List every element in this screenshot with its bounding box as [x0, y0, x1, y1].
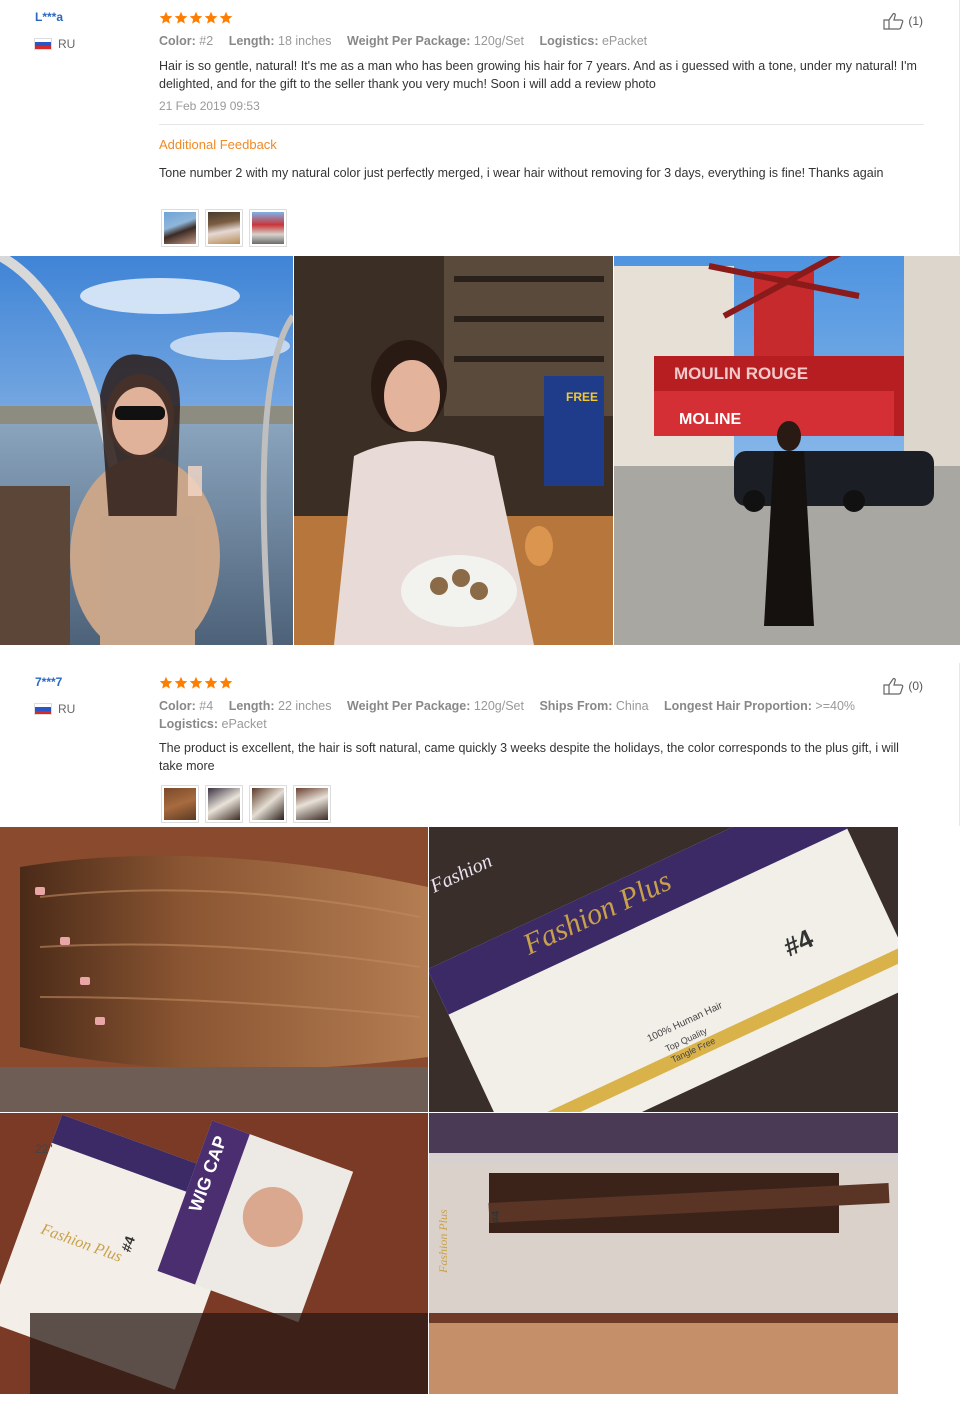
thumbs-up-icon	[883, 13, 904, 30]
thumbnail[interactable]	[293, 785, 331, 823]
thumbnail[interactable]	[249, 785, 287, 823]
star-icon	[219, 11, 233, 24]
photo-clip-hair[interactable]	[0, 827, 428, 1112]
country-code: RU	[58, 37, 76, 51]
photo-boat-river[interactable]	[0, 256, 293, 645]
package-brand-text-3: Fashion Plus	[436, 1209, 450, 1274]
reviewer-name[interactable]: L***a	[35, 10, 63, 24]
star-icon	[159, 11, 173, 24]
thumbnail[interactable]	[205, 209, 243, 247]
russia-flag-icon	[34, 703, 52, 715]
russia-flag-icon	[34, 38, 52, 50]
additional-feedback-text: Tone number 2 with my natural color just…	[159, 166, 884, 180]
photo-thumbnails	[161, 785, 331, 823]
review-date: 21 Feb 2019 09:53	[159, 99, 260, 113]
package-length-text: 22"	[35, 1142, 53, 1156]
thumbnail[interactable]	[205, 785, 243, 823]
helpful-button[interactable]: (1)	[882, 12, 923, 30]
photo-package-front[interactable]: Fashion Plus #4 100% Human Hair Top Qual…	[429, 827, 898, 1112]
separator	[159, 124, 924, 125]
star-icon	[174, 676, 188, 689]
review-text: The product is excellent, the hair is so…	[159, 741, 899, 773]
photo-package-wigcap[interactable]: Fashion Plus #4 WIG CAP 22"	[0, 1113, 428, 1394]
review-card: 7***7 RU (0) Color: #4 Length: 22 inches…	[0, 663, 960, 826]
thumbs-up-icon	[883, 678, 904, 695]
helpful-count: (1)	[908, 14, 923, 28]
star-icon	[189, 676, 203, 689]
review-card: L***a RU (1) Color: #2 Length: 18 inches…	[0, 0, 960, 255]
review-attributes: Color: #2 Length: 18 inches Weight Per P…	[159, 32, 924, 50]
photo-moulin-rouge[interactable]: MOULIN ROUGE MOLINE	[614, 256, 960, 645]
thumbnail[interactable]	[161, 209, 199, 247]
attr-ships-from: Ships From: China	[539, 699, 649, 713]
attr-color: Color: #2	[159, 34, 214, 48]
review-text: Hair is so gentle, natural! It's me as a…	[159, 59, 917, 91]
helpful-button[interactable]: (0)	[882, 677, 923, 695]
star-rating	[159, 11, 233, 25]
attr-logistics: Logistics: ePacket	[539, 34, 648, 48]
attr-length: Length: 22 inches	[228, 699, 332, 713]
star-icon	[174, 11, 188, 24]
photo-cafe-escargot[interactable]: FREE	[294, 256, 613, 645]
package-number-text-3: #4	[490, 1210, 502, 1223]
review-attributes: Color: #4 Length: 22 inches Weight Per P…	[159, 697, 924, 733]
star-icon	[159, 676, 173, 689]
attr-longest-hair: Longest Hair Proportion: >=40%	[664, 699, 856, 713]
attr-color: Color: #4	[159, 699, 214, 713]
attr-length: Length: 18 inches	[228, 34, 332, 48]
star-icon	[219, 676, 233, 689]
photo-package-side[interactable]: Fashion Plus #4	[429, 1113, 898, 1394]
star-rating	[159, 676, 233, 690]
star-icon	[204, 676, 218, 689]
moulin-rouge-sign: MOULIN ROUGE	[674, 364, 808, 383]
reviewer-country: RU	[34, 37, 75, 51]
reviewer-name[interactable]: 7***7	[35, 675, 62, 689]
thumbnail[interactable]	[161, 785, 199, 823]
thumbnail[interactable]	[249, 209, 287, 247]
attr-logistics: Logistics: ePacket	[159, 717, 267, 731]
reviewer-country: RU	[34, 702, 75, 716]
attr-weight: Weight Per Package: 120g/Set	[347, 699, 524, 713]
helpful-count: (0)	[908, 679, 923, 693]
photo-thumbnails	[161, 209, 287, 247]
star-icon	[189, 11, 203, 24]
free-sign-text: FREE	[566, 390, 598, 404]
star-icon	[204, 11, 218, 24]
attr-weight: Weight Per Package: 120g/Set	[347, 34, 524, 48]
additional-feedback-title: Additional Feedback	[159, 137, 277, 152]
country-code: RU	[58, 702, 76, 716]
moline-banner: MOLINE	[679, 411, 742, 428]
